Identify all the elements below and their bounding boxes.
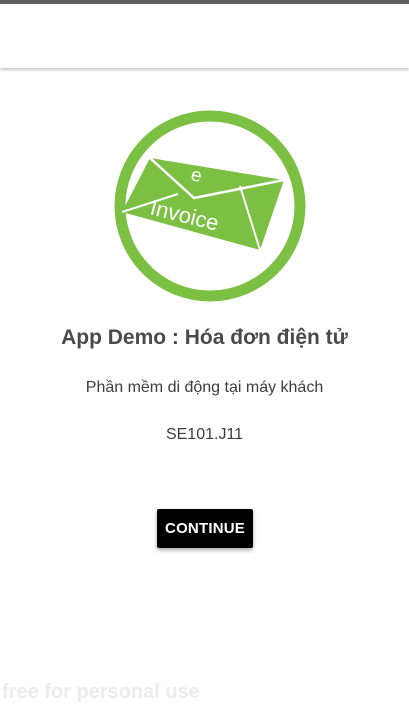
- app-bar: [0, 4, 409, 68]
- screen: e Invoice App Demo : Hóa đơn điện tử Phầ…: [0, 0, 409, 706]
- envelope-icon: e Invoice: [121, 157, 285, 251]
- continue-button[interactable]: CONTINUE: [157, 509, 253, 548]
- e-invoice-logo: e Invoice: [114, 110, 306, 302]
- subtitle: Phần mềm di động tại máy khách: [85, 379, 324, 396]
- watermark: free for personal use: [2, 681, 200, 703]
- page-title: App Demo : Hóa đơn điện tử: [61, 326, 348, 349]
- class-code: SE101.J11: [165, 426, 244, 443]
